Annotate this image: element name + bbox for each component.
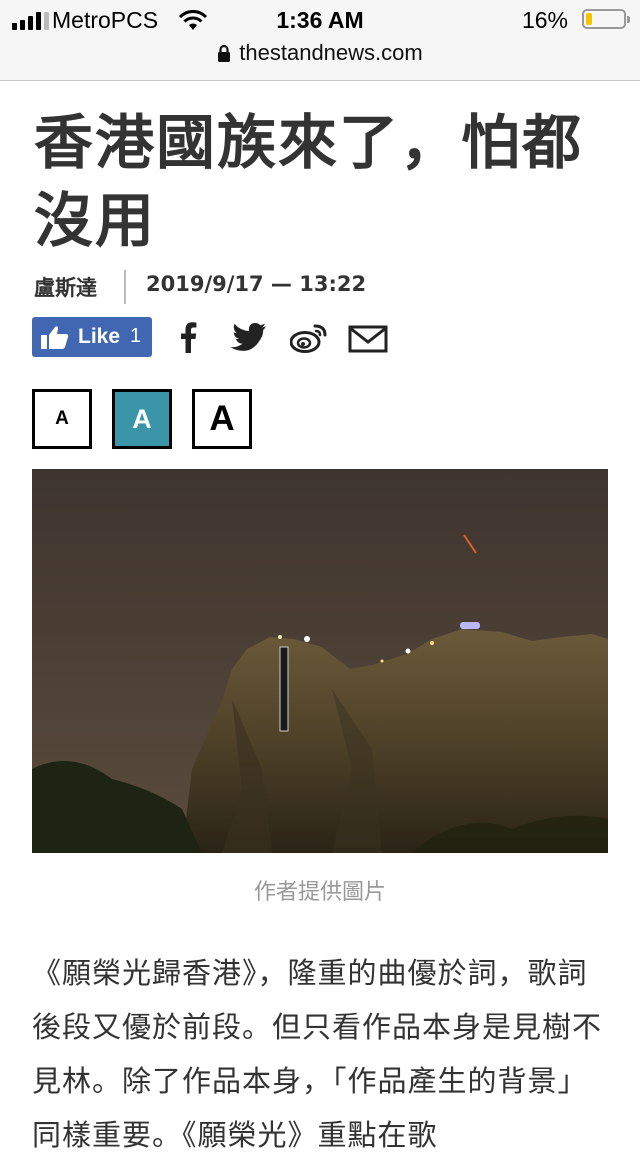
- weibo-icon[interactable]: [290, 323, 328, 353]
- article-body: 《願榮光歸香港》，隆重的曲優於詞，歌詞後段又優於前段。但只看作品本身是見樹不見林…: [32, 946, 612, 1162]
- browser-top-bar: MetroPCS 1:36 AM 16% thestandnews.com: [0, 0, 640, 81]
- thumbs-up-icon: [41, 326, 69, 349]
- meta-divider: [124, 270, 126, 304]
- font-size-selector: A A A: [32, 389, 272, 449]
- lock-icon: [218, 44, 231, 62]
- facebook-like-button[interactable]: Like 1: [32, 317, 152, 357]
- battery-icon: [582, 9, 630, 29]
- url-bar[interactable]: thestandnews.com: [0, 40, 640, 66]
- battery-percent: 16%: [521, 7, 568, 33]
- status-bar: MetroPCS 1:36 AM 16%: [0, 0, 640, 40]
- image-caption: 作者提供圖片: [253, 880, 386, 905]
- lion-rock-photo: [32, 469, 608, 853]
- article-title: 香港國族來了，怕都沒用: [34, 108, 584, 255]
- like-count: 1: [130, 325, 142, 347]
- like-label: Like: [78, 325, 121, 348]
- url-text: thestandnews.com: [239, 40, 423, 65]
- share-bar: Like 1: [32, 317, 432, 357]
- font-size-small-button[interactable]: A: [32, 389, 92, 449]
- twitter-icon[interactable]: [230, 323, 266, 351]
- article-image: [32, 469, 608, 853]
- font-size-medium-button[interactable]: A: [112, 389, 172, 449]
- font-size-large-button[interactable]: A: [192, 389, 252, 449]
- publish-date: 2019/9/17 — 13:22: [146, 272, 367, 296]
- email-icon[interactable]: [348, 325, 388, 353]
- author-link[interactable]: 盧斯達: [34, 272, 97, 302]
- facebook-icon[interactable]: [178, 321, 198, 353]
- body-paragraph: 《願榮光歸香港》，隆重的曲優於詞，歌詞後段又優於前段。但只看作品本身是見樹不見林…: [32, 956, 603, 1152]
